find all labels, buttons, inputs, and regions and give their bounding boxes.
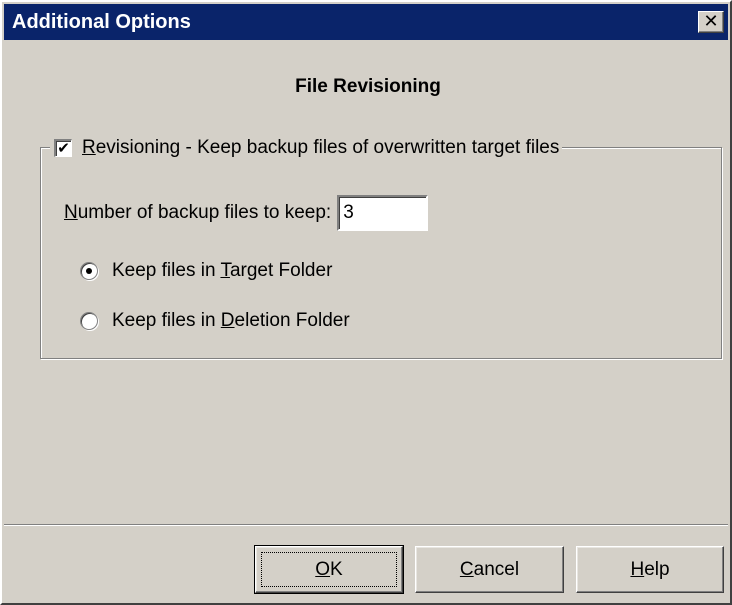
dialog-title: Additional Options	[12, 11, 191, 33]
backup-count-row: Number of backup files to keep:	[64, 195, 429, 231]
radio-target-prefix: Keep files in	[112, 260, 221, 281]
backup-count-label-mnemonic: N	[64, 202, 78, 223]
title-bar[interactable]: Additional Options ✕	[4, 4, 728, 40]
help-button-label: Help	[630, 559, 669, 581]
cancel-mnemonic: C	[459, 558, 474, 580]
backup-count-label: Number of backup files to keep:	[64, 202, 331, 224]
radio-deletion-mnemonic: D	[220, 310, 235, 331]
section-heading: File Revisioning	[295, 76, 441, 97]
cancel-button[interactable]: Cancel	[415, 546, 564, 593]
revisioning-checkbox-row[interactable]: ✔ Revisioning - Keep backup files of ove…	[50, 136, 563, 160]
footer-separator	[4, 524, 728, 526]
help-button[interactable]: Help	[576, 546, 724, 593]
revisioning-label[interactable]: Revisioning - Keep backup files of overw…	[82, 137, 559, 159]
radio-deletion-folder-button[interactable]	[80, 312, 98, 330]
radio-target-rest: arget Folder	[229, 260, 333, 281]
radio-deletion-folder-label[interactable]: Keep files in Deletion Folder	[112, 310, 350, 332]
cancel-rest: ancel	[473, 558, 520, 580]
ok-button[interactable]: OK	[254, 545, 404, 594]
radio-deletion-prefix: Keep files in	[112, 310, 221, 331]
radio-target-folder-label[interactable]: Keep files in Target Folder	[112, 260, 332, 282]
dialog-window: Additional Options ✕ File Revisioning ✔ …	[0, 0, 732, 605]
focus-rectangle	[261, 552, 397, 587]
checkmark-icon: ✔	[57, 140, 70, 157]
revisioning-label-mnemonic: R	[82, 137, 96, 158]
revisioning-checkbox[interactable]: ✔	[54, 139, 72, 157]
backup-count-input[interactable]	[337, 195, 429, 231]
help-rest: elp	[644, 558, 670, 580]
help-mnemonic: H	[630, 558, 645, 580]
close-icon: ✕	[703, 11, 719, 31]
radio-deletion-folder[interactable]: Keep files in Deletion Folder	[80, 308, 350, 334]
cancel-button-label: Cancel	[460, 559, 519, 581]
radio-selected-dot	[86, 268, 92, 274]
backup-count-label-text: umber of backup files to keep:	[77, 202, 332, 223]
radio-deletion-rest: eletion Folder	[234, 310, 350, 331]
close-button[interactable]: ✕	[698, 11, 724, 33]
radio-target-mnemonic: T	[220, 260, 230, 281]
radio-target-folder-button[interactable]	[80, 262, 98, 280]
revisioning-label-text: evisioning - Keep backup files of overwr…	[95, 137, 560, 158]
radio-target-folder[interactable]: Keep files in Target Folder	[80, 258, 332, 284]
